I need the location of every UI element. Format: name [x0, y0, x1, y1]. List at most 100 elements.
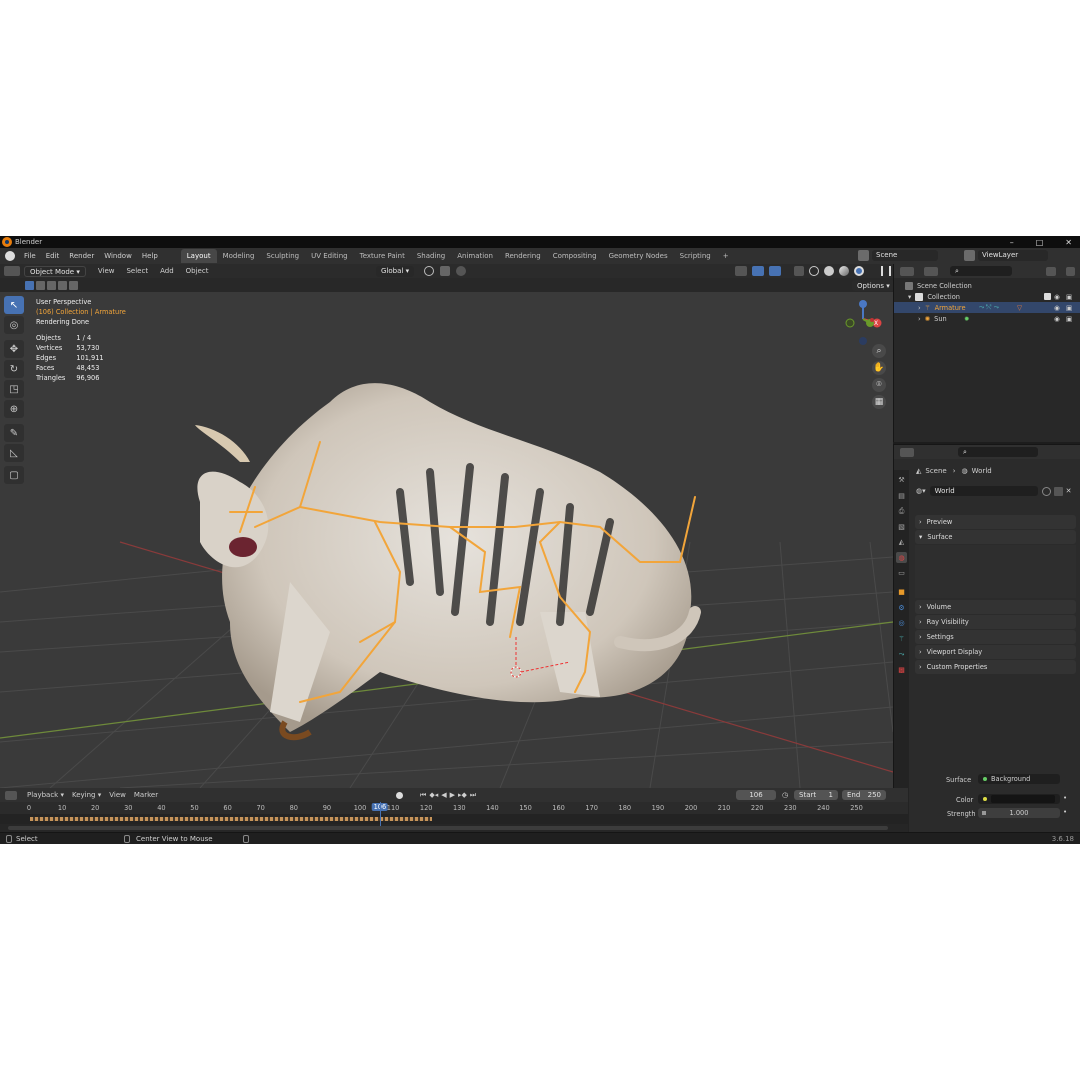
modifiers-tab-icon[interactable]: ⚙: [896, 602, 907, 613]
tab-layout[interactable]: Layout: [180, 249, 217, 263]
xray-icon[interactable]: [794, 266, 804, 276]
annotate-tool-icon[interactable]: ✎: [4, 424, 24, 442]
close-button[interactable]: ✕: [1065, 238, 1072, 247]
mode-selector[interactable]: Object Mode ▾: [24, 265, 86, 277]
transform-tool-icon[interactable]: ⊕: [4, 400, 24, 418]
blender-menu-icon[interactable]: [5, 251, 15, 261]
view-layer-icon[interactable]: [964, 250, 975, 261]
expand-arrow-icon[interactable]: ›: [919, 618, 922, 626]
panel-settings[interactable]: › Settings: [915, 630, 1076, 644]
outliner-editor-icon[interactable]: [900, 266, 914, 276]
add-workspace-button[interactable]: +: [717, 249, 735, 263]
viewport-menu-view[interactable]: View: [92, 267, 121, 275]
view-layer-tab-icon[interactable]: ▧: [896, 521, 907, 532]
menu-window[interactable]: Window: [99, 252, 137, 260]
rendered-shading-icon[interactable]: [854, 266, 864, 276]
collapse-arrow-icon[interactable]: ▾: [908, 293, 911, 301]
scale-tool-icon[interactable]: ◳: [4, 380, 24, 398]
visibility-eye-icon[interactable]: ◉: [1054, 293, 1060, 301]
tab-texture-paint[interactable]: Texture Paint: [354, 249, 411, 263]
render-camera-icon[interactable]: ▣: [1066, 304, 1072, 312]
measure-tool-icon[interactable]: ◺: [4, 444, 24, 462]
select-intersect-mode-icon[interactable]: [69, 280, 78, 290]
tab-geometry-nodes[interactable]: Geometry Nodes: [603, 249, 674, 263]
physics-tab-icon[interactable]: ⚚: [896, 633, 907, 644]
navigation-gizmo[interactable]: X: [840, 296, 885, 351]
move-tool-icon[interactable]: ✥: [4, 340, 24, 358]
color-swatch[interactable]: [991, 795, 1055, 803]
rotate-tool-icon[interactable]: ↻: [4, 360, 24, 378]
keyframe-dot-icon[interactable]: •: [1063, 794, 1067, 802]
outliner-item-collection[interactable]: ▾ Collection ◉ ▣: [894, 291, 1080, 302]
ortho-grid-icon[interactable]: ▦: [872, 395, 886, 409]
collection-tab-icon[interactable]: ▭: [896, 568, 907, 579]
object-data-tab-icon[interactable]: ⤳: [896, 649, 907, 660]
minimize-button[interactable]: –: [1010, 238, 1014, 247]
viewport-menu-select[interactable]: Select: [120, 267, 154, 275]
outliner-item-sun[interactable]: › ✺ Sun ✹ ◉ ▣: [894, 313, 1080, 324]
menu-render[interactable]: Render: [64, 252, 99, 260]
outliner-root[interactable]: Scene Collection: [894, 280, 1080, 291]
prev-keyframe-icon[interactable]: ◆◂: [429, 791, 438, 799]
expand-arrow-icon[interactable]: ›: [918, 315, 921, 323]
render-tab-icon[interactable]: ▤: [896, 490, 907, 501]
tool-tab-icon[interactable]: ⚒: [896, 475, 907, 486]
play-reverse-icon[interactable]: ◀: [441, 791, 446, 799]
timeline-editor-icon[interactable]: [5, 790, 17, 800]
properties-search-input[interactable]: ⌕: [958, 447, 1038, 457]
panel-viewport-display[interactable]: › Viewport Display: [915, 645, 1076, 659]
timeline-menu-keying[interactable]: Keying ▾: [68, 791, 105, 799]
properties-editor-icon[interactable]: [900, 447, 914, 457]
expand-arrow-icon[interactable]: ›: [919, 603, 922, 611]
tab-shading[interactable]: Shading: [411, 249, 451, 263]
object-tab-icon[interactable]: ■: [896, 587, 907, 598]
proportional-edit-icon[interactable]: [456, 266, 466, 276]
scene-icon[interactable]: [858, 250, 869, 261]
render-camera-icon[interactable]: ▣: [1066, 293, 1072, 301]
next-keyframe-icon[interactable]: ▸◆: [458, 791, 467, 799]
unlink-world-icon[interactable]: ✕: [1066, 487, 1072, 495]
select-invert-mode-icon[interactable]: [58, 280, 67, 290]
surface-shader-field[interactable]: Background: [978, 774, 1060, 784]
pan-hand-icon[interactable]: ✋: [872, 361, 886, 375]
pivot-icon[interactable]: [424, 266, 434, 276]
menu-help[interactable]: Help: [137, 252, 163, 260]
maximize-button[interactable]: □: [1036, 238, 1044, 247]
color-field[interactable]: [978, 794, 1060, 804]
new-world-icon[interactable]: [1053, 486, 1063, 496]
add-cube-tool-icon[interactable]: ▢: [4, 466, 24, 484]
material-shading-icon[interactable]: [839, 266, 849, 276]
scene-selector[interactable]: Scene: [872, 250, 938, 261]
render-camera-icon[interactable]: ▣: [1066, 315, 1072, 323]
zoom-icon[interactable]: ⌕: [872, 344, 886, 358]
viewport-menu-object[interactable]: Object: [180, 267, 215, 275]
panel-preview[interactable]: › Preview: [915, 515, 1076, 529]
select-tool-icon[interactable]: ↖: [4, 296, 24, 314]
select-extend-mode-icon[interactable]: [36, 280, 45, 290]
visibility-eye-icon[interactable]: ◉: [1054, 315, 1060, 323]
editor-type-icon[interactable]: [4, 266, 20, 276]
keyframe-dot-icon[interactable]: •: [1063, 808, 1067, 816]
timeline-scrollbar[interactable]: [8, 826, 888, 830]
panel-volume[interactable]: › Volume: [915, 600, 1076, 614]
new-collection-icon[interactable]: [1066, 266, 1075, 276]
visibility-icon[interactable]: [735, 266, 747, 276]
expand-arrow-icon[interactable]: ›: [918, 304, 921, 312]
camera-view-icon[interactable]: ⌾: [872, 378, 886, 392]
expand-arrow-icon[interactable]: ›: [919, 518, 922, 526]
texture-tab-icon[interactable]: ▩: [896, 664, 907, 675]
output-tab-icon[interactable]: ⎙: [896, 506, 907, 517]
world-tab-icon[interactable]: ◍: [896, 552, 907, 563]
tab-compositing[interactable]: Compositing: [547, 249, 603, 263]
expand-arrow-icon[interactable]: ›: [919, 648, 922, 656]
panel-custom-properties[interactable]: › Custom Properties: [915, 660, 1076, 674]
select-box-mode-icon[interactable]: [25, 280, 34, 290]
world-browse-icon[interactable]: ◍▾: [916, 487, 926, 495]
end-frame-field[interactable]: End 250: [842, 790, 886, 800]
strength-field[interactable]: 1.000: [978, 808, 1060, 818]
fake-user-icon[interactable]: [1041, 486, 1051, 496]
timeline-menu-view[interactable]: View: [105, 791, 130, 799]
current-frame-field[interactable]: 106: [736, 790, 776, 800]
expand-arrow-icon[interactable]: ›: [919, 663, 922, 671]
solid-shading-icon[interactable]: [824, 266, 834, 276]
